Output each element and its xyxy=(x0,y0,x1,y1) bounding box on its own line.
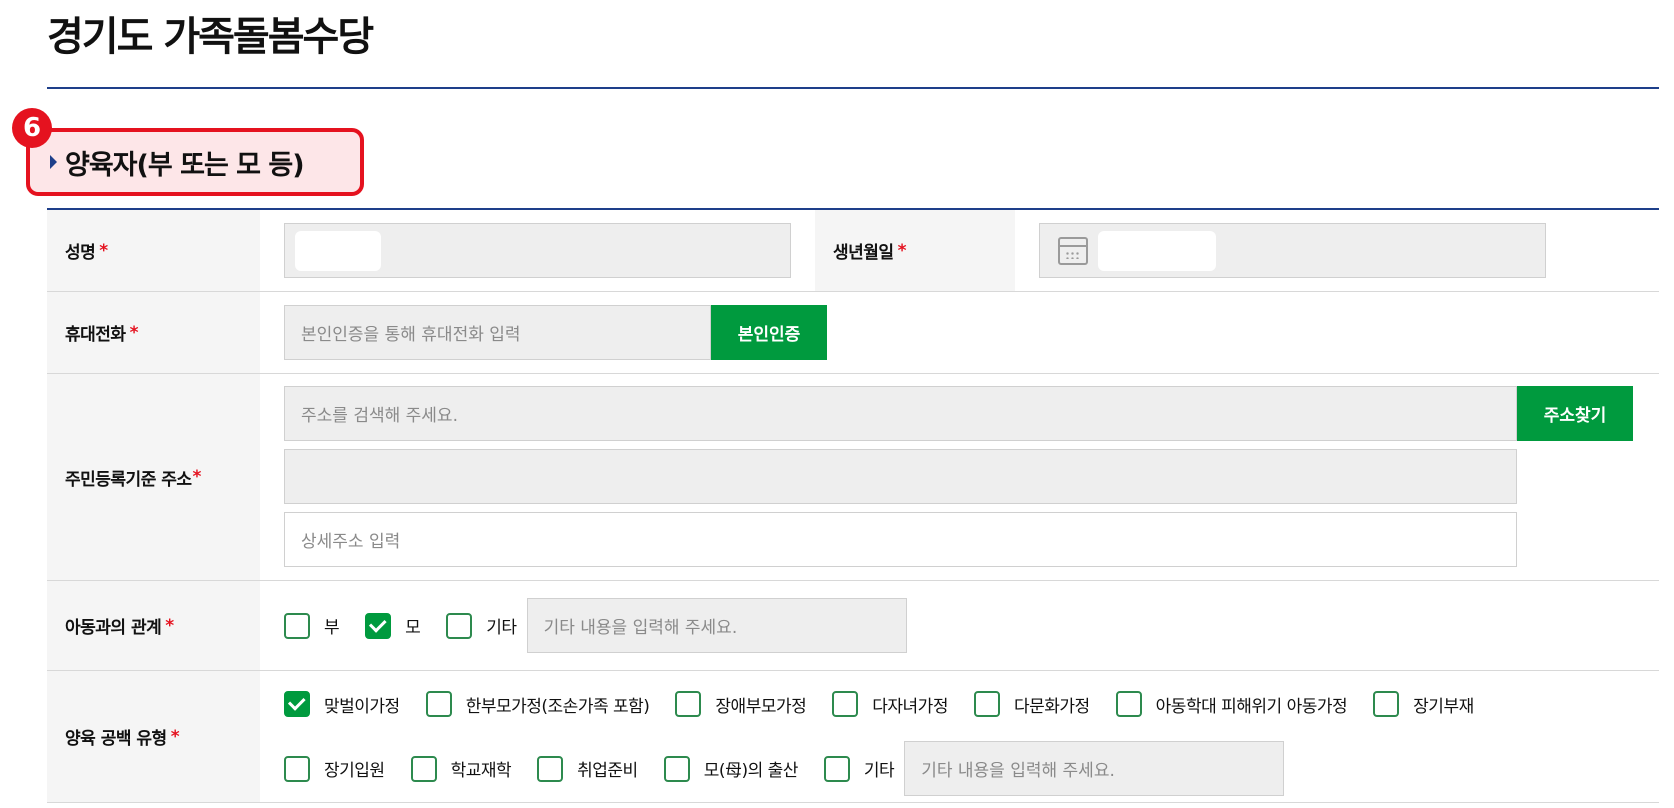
row-care-gap: 양육 공백 유형 * 맞벌이가정 한부모가정(조손가족 포함) 장애부모가정 다자녀가정… xyxy=(47,671,1659,803)
page-title: 경기도 가족돌봄수당 xyxy=(47,14,374,60)
birth-value-chip xyxy=(1098,230,1216,271)
care-gap-option[interactable]: 기타 xyxy=(823,755,895,782)
identity-verify-button[interactable]: 본인인증 xyxy=(711,305,827,360)
title-divider xyxy=(47,87,1659,89)
checkbox-checked-icon[interactable] xyxy=(284,691,310,717)
care-gap-option-label: 취업준비 xyxy=(577,761,638,781)
required-mark: * xyxy=(170,726,180,747)
care-gap-option-label: 다자녀가정 xyxy=(872,696,948,717)
relation-option-label: 부 xyxy=(324,618,340,638)
required-mark: * xyxy=(99,240,108,261)
step-badge: 6 xyxy=(12,108,52,148)
checkbox-icon[interactable] xyxy=(410,755,437,782)
care-gap-option-label: 모(母)의 출산 xyxy=(703,761,799,781)
care-gap-option[interactable]: 장기입원 xyxy=(284,755,385,782)
required-mark: * xyxy=(165,615,174,636)
care-gap-option[interactable]: 한부모가정(조손가족 포함) xyxy=(425,691,650,717)
checkbox-icon[interactable] xyxy=(284,612,310,639)
relation-option-label: 모 xyxy=(405,618,421,638)
care-gap-option-label: 기타 xyxy=(863,761,895,781)
care-gap-option[interactable]: 모(母)의 출산 xyxy=(663,755,799,782)
checkbox-icon[interactable] xyxy=(537,755,564,782)
section-title: 양육자(부 또는 모 등) xyxy=(65,149,305,181)
checkbox-icon[interactable] xyxy=(1115,691,1142,717)
care-gap-options-row2: 장기입원 학교재학 취업준비 모(母)의 출산 기타 xyxy=(284,755,920,782)
birth-label: 생년월일 * xyxy=(815,210,1015,291)
name-label: 성명 * xyxy=(47,210,260,291)
care-gap-option[interactable]: 학교재학 xyxy=(410,755,512,782)
care-gap-option[interactable]: 다문화가정 xyxy=(973,691,1090,717)
name-input[interactable] xyxy=(284,223,791,278)
care-gap-label: 양육 공백 유형 * xyxy=(47,671,260,802)
phone-label: 휴대전화 * xyxy=(47,292,260,373)
checkbox-icon[interactable] xyxy=(832,691,859,717)
checkbox-icon[interactable] xyxy=(663,755,690,782)
checkbox-icon[interactable] xyxy=(446,612,473,639)
required-mark: * xyxy=(897,240,907,261)
care-gap-options-row1: 맞벌이가정 한부모가정(조손가족 포함) 장애부모가정 다자녀가정 다문화가정 아동학대 … xyxy=(284,691,1659,717)
name-value-chip xyxy=(295,230,381,271)
guardian-form: 성명* 생년월일* 휴대전화* 본인인증을 통해 휴대전화 입력 본인인증 xyxy=(47,208,1659,803)
care-gap-other-input[interactable]: 기타 내용을 입력해 주세요. xyxy=(904,741,1285,796)
care-gap-option[interactable]: 취업준비 xyxy=(537,755,638,782)
address-label: 주민등록기준 주소 * xyxy=(47,374,260,580)
relation-label: 아동과의 관계 * xyxy=(47,581,260,670)
checkbox-checked-icon[interactable] xyxy=(365,612,392,639)
address-search-button[interactable]: 주소찾기 xyxy=(1517,386,1633,441)
relation-options: 부 모 기타 xyxy=(284,612,543,639)
phone-input[interactable]: 본인인증을 통해 휴대전화 입력 xyxy=(284,305,711,360)
checkbox-icon[interactable] xyxy=(425,691,452,717)
relation-option[interactable]: 기타 xyxy=(446,612,517,639)
checkbox-icon[interactable] xyxy=(823,755,850,782)
care-gap-option[interactable]: 장애부모가정 xyxy=(675,691,807,717)
care-gap-option-label: 아동학대 피해위기 아동가정 xyxy=(1155,696,1348,717)
address-base-input[interactable] xyxy=(284,449,1517,504)
care-gap-option-label: 학교재학 xyxy=(450,761,512,781)
care-gap-option-label: 장기부재 xyxy=(1413,696,1474,717)
relation-option[interactable]: 모 xyxy=(365,612,421,639)
care-gap-option[interactable]: 아동학대 피해위기 아동가정 xyxy=(1115,691,1348,717)
checkbox-icon[interactable] xyxy=(675,691,702,717)
care-gap-option-label: 다문화가정 xyxy=(1013,696,1090,717)
triangle-right-icon xyxy=(50,155,57,169)
row-name-birth: 성명 * 생년월일 * xyxy=(47,210,1659,292)
care-gap-option[interactable]: 맞벌이가정 xyxy=(284,691,400,717)
required-mark: * xyxy=(129,322,139,343)
relation-option[interactable]: 부 xyxy=(284,612,340,639)
care-gap-option[interactable]: 다자녀가정 xyxy=(832,691,948,717)
care-gap-option-label: 한부모가정(조손가족 포함) xyxy=(465,696,650,717)
care-gap-option-label: 맞벌이가정 xyxy=(324,696,400,717)
section-header: 양육자(부 또는 모 등) xyxy=(26,128,364,196)
row-phone: 휴대전화 * 본인인증을 통해 휴대전화 입력 본인인증 xyxy=(47,292,1659,374)
address-detail-input[interactable]: 상세주소 입력 xyxy=(284,512,1517,567)
required-mark: * xyxy=(192,467,202,487)
care-gap-option-label: 장애부모가정 xyxy=(715,696,807,717)
row-relation: 아동과의 관계 * 부 모 기타 기타 내용을 입력해 주세요. xyxy=(47,581,1659,671)
address-search-input[interactable]: 주소를 검색해 주세요. xyxy=(284,386,1517,441)
row-address: 주민등록기준 주소 * 주소를 검색해 주세요. 주소찾기 상세주소 입력 xyxy=(47,374,1659,581)
relation-option-label: 기타 xyxy=(486,618,517,638)
care-gap-option[interactable]: 장기부재 xyxy=(1373,691,1474,717)
checkbox-icon[interactable] xyxy=(284,755,310,782)
calendar-icon[interactable] xyxy=(1058,236,1088,265)
relation-other-input[interactable]: 기타 내용을 입력해 주세요. xyxy=(526,598,907,653)
checkbox-icon[interactable] xyxy=(973,691,1000,717)
care-gap-option-label: 장기입원 xyxy=(324,761,385,781)
birth-date-input[interactable] xyxy=(1039,223,1546,278)
checkbox-icon[interactable] xyxy=(1373,691,1400,717)
